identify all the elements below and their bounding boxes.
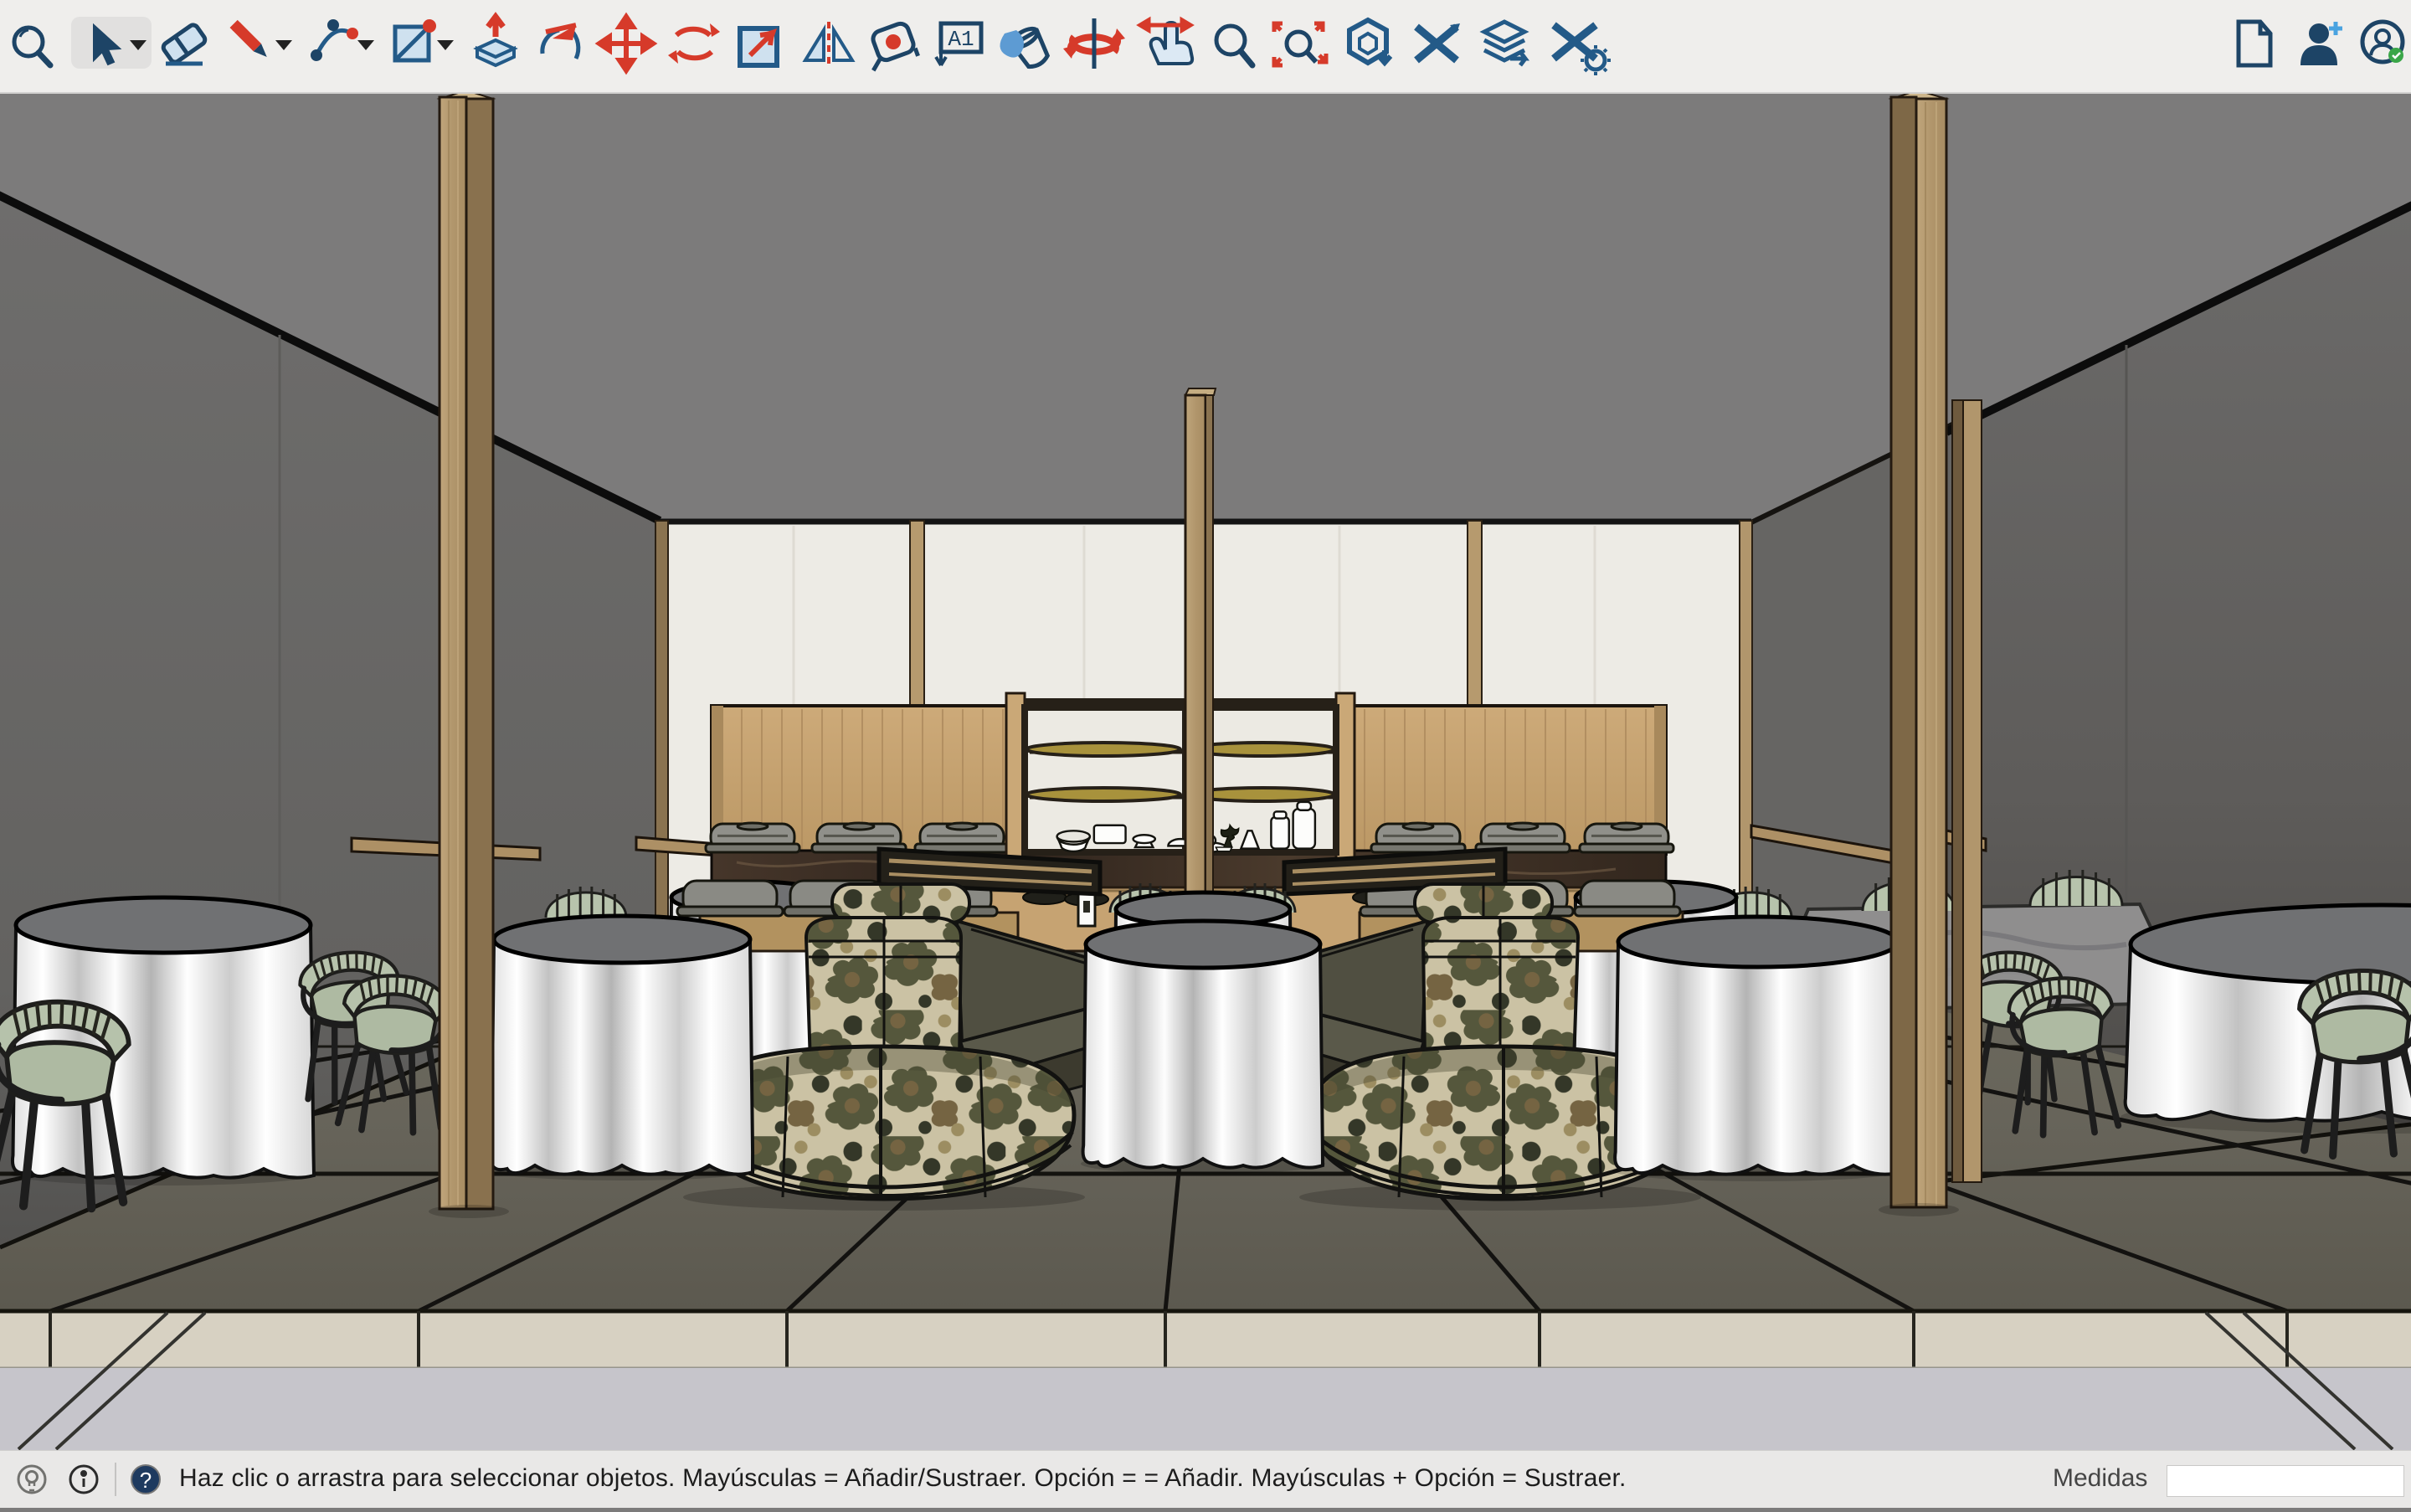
svg-text:?: ? (140, 1468, 152, 1493)
svg-text:A1: A1 (948, 27, 974, 52)
